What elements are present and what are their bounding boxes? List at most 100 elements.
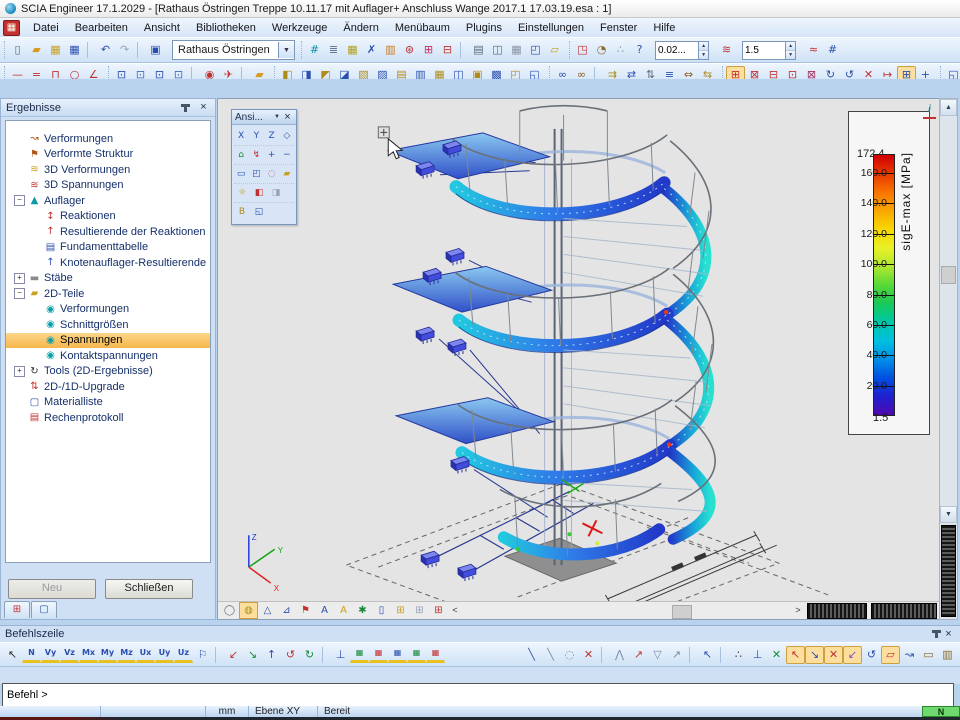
perspective-icon[interactable]: ⌂ bbox=[234, 148, 248, 163]
scroll-up-icon[interactable]: ▲ bbox=[940, 99, 957, 116]
zoom-in-icon[interactable]: + bbox=[265, 148, 279, 163]
result-band-mx-icon[interactable]: ▦ bbox=[407, 646, 426, 663]
result-uz-icon[interactable]: Uz bbox=[174, 646, 193, 663]
title-bar[interactable]: SCIA Engineer 17.1.2029 - [Rathaus Östri… bbox=[0, 0, 960, 18]
horizontal-scrollbar[interactable] bbox=[462, 603, 791, 618]
tree-item[interactable]: ◉ Kontaktspannungen bbox=[6, 348, 210, 364]
flag-results-icon[interactable]: ⚑ bbox=[296, 602, 315, 619]
menu-item[interactable]: Ändern bbox=[335, 21, 386, 35]
command-line[interactable] bbox=[2, 683, 954, 707]
info-icon[interactable]: i bbox=[923, 104, 936, 119]
result-vy-icon[interactable]: Vy bbox=[41, 646, 60, 663]
menu-item[interactable]: Bibliotheken bbox=[188, 21, 264, 35]
zoom-window-icon[interactable]: ▭ bbox=[234, 167, 248, 182]
command-input[interactable] bbox=[3, 689, 953, 701]
result-band-n-icon[interactable]: ▦ bbox=[350, 646, 369, 663]
horizontal-scroll-thumb[interactable] bbox=[672, 605, 692, 619]
rotate-plus-icon[interactable]: ↻ bbox=[300, 646, 319, 664]
result-mx-icon[interactable]: Mx bbox=[79, 646, 98, 663]
picture-gallery-icon[interactable]: ⊞ bbox=[419, 41, 438, 59]
engineering-report-icon[interactable]: ◰ bbox=[526, 41, 545, 59]
support-flag-icon[interactable]: ⚐ bbox=[193, 646, 212, 664]
menu-item[interactable]: Einstellungen bbox=[510, 21, 592, 35]
tree-item[interactable]: ≋ 3D Spannungen bbox=[6, 178, 210, 194]
surface-view-icon[interactable]: ⊿ bbox=[277, 602, 296, 619]
project-combobox[interactable]: Rathaus Östringen ▼ bbox=[172, 40, 295, 60]
node-arrow-icon[interactable]: ↑ bbox=[262, 646, 281, 664]
result-band-m-icon[interactable]: ▦ bbox=[388, 646, 407, 663]
spinner-up-icon[interactable]: ▲ bbox=[699, 42, 708, 50]
tree-item[interactable]: ↑ Knotenauflager-Resultierende bbox=[6, 255, 210, 271]
calculator-icon[interactable]: ▦ bbox=[507, 41, 526, 59]
result-scale-spinner[interactable]: ▲ ▼ bbox=[742, 41, 796, 60]
tangent-snap-icon[interactable]: ↝ bbox=[900, 646, 919, 664]
deformation-scale-icon[interactable]: ≋ bbox=[717, 41, 736, 59]
print-preview-icon[interactable]: ◫ bbox=[488, 41, 507, 59]
intersection-snap-icon[interactable]: ↘ bbox=[805, 646, 824, 664]
pin-icon[interactable] bbox=[184, 104, 187, 112]
settings-chip-icon[interactable]: ▦ bbox=[343, 41, 362, 59]
camera-load-icon[interactable]: ◨ bbox=[268, 186, 284, 201]
point-grid-icon[interactable]: ∴ bbox=[611, 41, 630, 59]
scroll-right-icon[interactable]: > bbox=[791, 603, 805, 618]
view-x-icon[interactable]: X bbox=[234, 129, 248, 144]
result-band-v-icon[interactable]: ▦ bbox=[369, 646, 388, 663]
result-n-icon[interactable]: N bbox=[22, 646, 41, 663]
zoom-selection-icon[interactable]: ◌ bbox=[265, 167, 279, 182]
expand-toggle-icon[interactable]: − bbox=[14, 288, 25, 299]
document-edit-icon[interactable]: ▱ bbox=[545, 41, 564, 59]
menu-item[interactable]: Ansicht bbox=[136, 21, 188, 35]
filter-tool-icon[interactable]: ▽ bbox=[648, 646, 667, 664]
reaction-arrow-icon[interactable]: ↙ bbox=[224, 646, 243, 664]
tree-item[interactable]: ▢ Materialliste bbox=[6, 395, 210, 411]
print-icon[interactable]: ▤ bbox=[469, 41, 488, 59]
menu-item[interactable]: Fenster bbox=[592, 21, 645, 35]
menu-item[interactable]: Datei bbox=[25, 21, 67, 35]
command-panel-header[interactable]: Befehlszeile × bbox=[0, 626, 960, 642]
tree-item[interactable]: ↝ Verformungen bbox=[6, 131, 210, 147]
camera-save-icon[interactable]: ◧ bbox=[251, 186, 267, 201]
select-cursor-icon[interactable]: ↖ bbox=[3, 646, 22, 664]
menu-item[interactable]: Werkzeuge bbox=[264, 21, 335, 35]
result-mz-icon[interactable]: Mz bbox=[117, 646, 136, 663]
new-button[interactable]: Neu bbox=[8, 579, 96, 599]
tree-item[interactable]: ↑ Resultierende der Reaktionen bbox=[6, 224, 210, 240]
snap-line2-icon[interactable]: ╲ bbox=[541, 646, 560, 664]
tree-item[interactable]: ◉ Schnittgrößen bbox=[6, 317, 210, 333]
status-workplane[interactable]: Ebene XY bbox=[248, 706, 317, 717]
library-box-icon[interactable]: ▥ bbox=[381, 41, 400, 59]
save-all-icon[interactable]: ▦ bbox=[46, 41, 65, 59]
table-gallery-icon[interactable]: ⊟ bbox=[438, 41, 457, 59]
line-grid-snap-icon[interactable]: ⊥ bbox=[748, 646, 767, 664]
menu-item[interactable]: Bearbeiten bbox=[67, 21, 136, 35]
tangent-tool-icon[interactable]: ↗ bbox=[629, 646, 648, 664]
tree-item[interactable]: − ▲ Auflager bbox=[6, 193, 210, 209]
walk-view-icon[interactable]: ↯ bbox=[249, 148, 263, 163]
delete-element-icon[interactable]: ✕ bbox=[579, 646, 598, 664]
window-layout-icon[interactable]: ▣ bbox=[146, 41, 165, 59]
view-palette[interactable]: Ansi... ▼ × XYZ◇ ⌂↯+− ▭◰◌▰ ☼◧◨ B◱ bbox=[231, 109, 297, 225]
spinner-down-icon[interactable]: ▼ bbox=[786, 50, 795, 59]
tree-item[interactable]: ◉ Verformungen bbox=[6, 302, 210, 318]
member-info-icon[interactable]: ? bbox=[630, 41, 649, 59]
tree-item[interactable]: ↕ Reaktionen bbox=[6, 209, 210, 225]
result-scale-input[interactable] bbox=[743, 42, 785, 59]
mesh-grid-icon[interactable]: ⊞ bbox=[429, 602, 448, 619]
measure-tool-icon[interactable]: ↗ bbox=[667, 646, 686, 664]
cursor-snap-settings-icon[interactable]: ↖ bbox=[698, 646, 717, 664]
expand-toggle-icon[interactable]: − bbox=[14, 195, 25, 206]
clip-box-icon[interactable]: B bbox=[234, 205, 250, 220]
dot-grid-snap-icon[interactable]: ∴ bbox=[729, 646, 748, 664]
tree-item[interactable]: + ↻ Tools (2D-Ergebnisse) bbox=[6, 364, 210, 380]
labels-abc2-icon[interactable]: A bbox=[334, 602, 353, 619]
snap-line-icon[interactable]: ╲ bbox=[522, 646, 541, 664]
axes-display-icon[interactable]: ✱ bbox=[353, 602, 372, 619]
expand-toggle-icon[interactable]: + bbox=[14, 366, 25, 377]
coords-table-icon[interactable]: ▥ bbox=[938, 646, 957, 664]
close-icon[interactable]: × bbox=[942, 628, 955, 641]
new-project-icon[interactable]: ▯ bbox=[8, 41, 27, 59]
close-icon[interactable]: × bbox=[197, 101, 210, 114]
load-arrow-icon[interactable]: ↘ bbox=[243, 646, 262, 664]
xml-data-icon[interactable]: ✗ bbox=[362, 41, 381, 59]
panel-tab-tree-icon[interactable]: ⊞ bbox=[4, 601, 30, 618]
